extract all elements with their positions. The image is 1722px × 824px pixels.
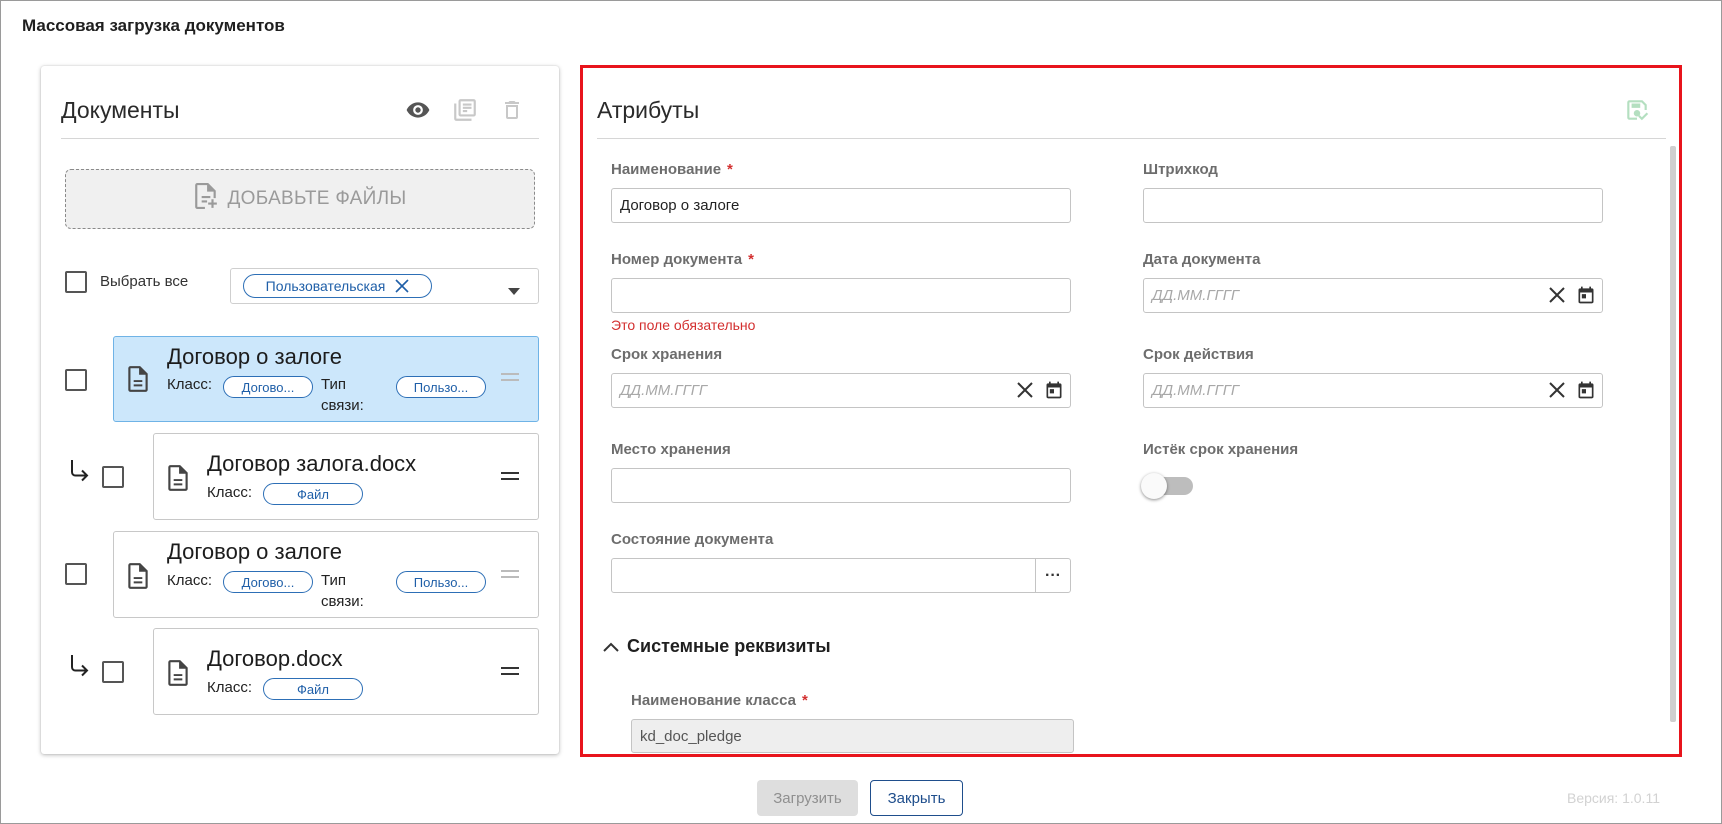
barcode-label: Штрихкод bbox=[1143, 161, 1218, 178]
class-chip: Догово... bbox=[223, 376, 313, 398]
select-all-label: Выбрать все bbox=[100, 273, 189, 290]
document-card[interactable]: Договор залога.docx Класс: Файл bbox=[153, 433, 539, 520]
version-label: Версия: 1.0.11 bbox=[1567, 790, 1660, 806]
link-type-label-2: связи: bbox=[321, 397, 364, 414]
filter-chip: Пользовательская bbox=[243, 274, 432, 298]
calendar-icon[interactable] bbox=[1576, 380, 1596, 404]
doc-number-error: Это поле обязательно bbox=[611, 317, 756, 333]
document-icon bbox=[127, 365, 149, 398]
save-icon[interactable] bbox=[1624, 97, 1650, 128]
class-name-input: kd_doc_pledge bbox=[631, 719, 1074, 753]
document-card[interactable]: Договор о залоге Класс: Догово... Тип св… bbox=[113, 531, 539, 618]
class-chip: Файл bbox=[263, 678, 363, 700]
document-icon bbox=[167, 464, 189, 497]
chevron-down-icon[interactable] bbox=[508, 283, 520, 301]
storage-term-input[interactable]: ДД.ММ.ГГГГ bbox=[611, 373, 1071, 408]
validity-term-input[interactable]: ДД.ММ.ГГГГ bbox=[1143, 373, 1603, 408]
link-type-label-1: Тип bbox=[321, 376, 347, 393]
clear-icon[interactable] bbox=[1016, 381, 1034, 403]
drag-handle-icon[interactable] bbox=[501, 566, 519, 582]
document-icon bbox=[127, 562, 149, 595]
clear-icon[interactable] bbox=[1548, 381, 1566, 403]
document-name: Договор о залоге bbox=[167, 539, 342, 564]
class-label: Класс: bbox=[207, 484, 252, 501]
doc-number-input[interactable] bbox=[611, 278, 1071, 313]
attributes-divider bbox=[597, 138, 1666, 139]
storage-term-placeholder: ДД.ММ.ГГГГ bbox=[620, 382, 708, 399]
class-chip: Файл bbox=[263, 483, 363, 505]
expired-label: Истёк срок хранения bbox=[1143, 441, 1299, 458]
link-type-label-2: связи: bbox=[321, 593, 364, 610]
upload-button[interactable]: Загрузить bbox=[757, 780, 858, 816]
add-files-label: ДОБАВЬТЕ ФАЙЛЫ bbox=[227, 188, 407, 209]
document-card[interactable]: Договор.docx Класс: Файл bbox=[153, 628, 539, 715]
window-title: Массовая загрузка документов bbox=[22, 16, 285, 35]
link-type-chip: Пользо... bbox=[396, 376, 486, 398]
link-type-filter-select[interactable]: Пользовательская bbox=[230, 268, 539, 304]
link-type-label-1: Тип bbox=[321, 572, 347, 589]
validity-term-label: Срок действия bbox=[1143, 346, 1254, 363]
toggle-knob bbox=[1141, 473, 1167, 499]
copy-list-icon[interactable] bbox=[451, 96, 479, 124]
document-checkbox[interactable] bbox=[65, 369, 87, 391]
class-name-label: Наименование класса * bbox=[631, 692, 808, 709]
document-checkbox[interactable] bbox=[102, 466, 124, 488]
filter-chip-label: Пользовательская bbox=[265, 278, 386, 294]
link-type-chip: Пользо... bbox=[396, 571, 486, 593]
child-arrow-icon bbox=[68, 653, 90, 684]
attributes-scrollbar[interactable] bbox=[1670, 146, 1676, 722]
drag-handle-icon[interactable] bbox=[501, 468, 519, 484]
file-add-icon bbox=[193, 181, 219, 217]
name-label: Наименование * bbox=[611, 161, 733, 178]
documents-panel-title: Документы bbox=[61, 97, 180, 123]
drag-handle-icon[interactable] bbox=[501, 369, 519, 385]
doc-state-label: Состояние документа bbox=[611, 531, 774, 548]
document-icon bbox=[167, 659, 189, 692]
storage-term-label: Срок хранения bbox=[611, 346, 723, 363]
documents-divider bbox=[61, 138, 539, 139]
select-all-checkbox[interactable] bbox=[65, 271, 87, 293]
doc-date-input[interactable]: ДД.ММ.ГГГГ bbox=[1143, 278, 1603, 313]
close-icon[interactable] bbox=[395, 279, 409, 293]
storage-place-input[interactable] bbox=[611, 468, 1071, 503]
add-files-button[interactable]: ДОБАВЬТЕ ФАЙЛЫ bbox=[65, 169, 535, 229]
document-checkbox[interactable] bbox=[65, 563, 87, 585]
validity-term-placeholder: ДД.ММ.ГГГГ bbox=[1152, 382, 1240, 399]
child-arrow-icon bbox=[68, 458, 90, 489]
class-label: Класс: bbox=[167, 376, 212, 393]
doc-date-placeholder: ДД.ММ.ГГГГ bbox=[1152, 287, 1240, 304]
class-label: Класс: bbox=[167, 572, 212, 589]
class-chip: Догово... bbox=[223, 571, 313, 593]
class-label: Класс: bbox=[207, 679, 252, 696]
name-input[interactable]: Договор о залоге bbox=[611, 188, 1071, 223]
doc-state-input[interactable]: ··· bbox=[611, 558, 1071, 593]
calendar-icon[interactable] bbox=[1044, 380, 1064, 404]
document-checkbox[interactable] bbox=[102, 661, 124, 683]
eye-icon[interactable] bbox=[404, 96, 432, 124]
system-section-title: Системные реквизиты bbox=[627, 636, 831, 656]
close-button[interactable]: Закрыть bbox=[870, 780, 963, 816]
document-card[interactable]: Договор о залоге Класс: Догово... Тип св… bbox=[113, 336, 539, 422]
chevron-up-icon bbox=[603, 636, 619, 657]
trash-icon[interactable] bbox=[498, 96, 526, 124]
system-section-header[interactable]: Системные реквизиты bbox=[603, 636, 831, 657]
doc-number-label: Номер документа * bbox=[611, 251, 754, 268]
attributes-panel-title: Атрибуты bbox=[597, 97, 700, 123]
drag-handle-icon[interactable] bbox=[501, 663, 519, 679]
document-name: Договор.docx bbox=[207, 646, 343, 671]
document-name: Договор залога.docx bbox=[207, 451, 417, 476]
barcode-input[interactable] bbox=[1143, 188, 1603, 223]
storage-place-label: Место хранения bbox=[611, 441, 731, 458]
expired-toggle[interactable] bbox=[1140, 471, 1196, 501]
clear-icon[interactable] bbox=[1548, 286, 1566, 308]
doc-date-label: Дата документа bbox=[1143, 251, 1261, 268]
calendar-icon[interactable] bbox=[1576, 285, 1596, 309]
doc-state-picker-button[interactable]: ··· bbox=[1035, 559, 1070, 592]
document-name: Договор о залоге bbox=[167, 344, 342, 369]
